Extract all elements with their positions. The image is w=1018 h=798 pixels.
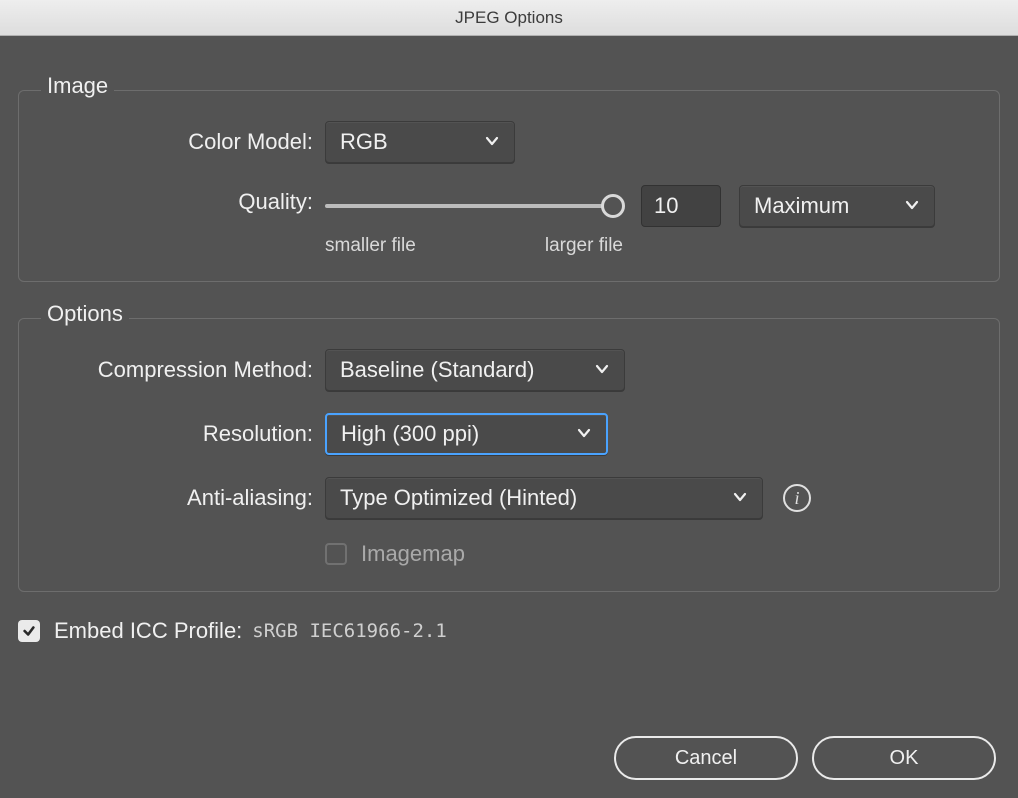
compression-label: Compression Method: bbox=[47, 357, 325, 383]
quality-label: Quality: bbox=[47, 185, 325, 215]
compression-dropdown[interactable]: Baseline (Standard) bbox=[325, 349, 625, 391]
compression-row: Compression Method: Baseline (Standard) bbox=[47, 349, 971, 391]
quality-preset-value: Maximum bbox=[754, 193, 849, 219]
embed-icc-label: Embed ICC Profile: bbox=[54, 618, 242, 644]
cancel-button-label: Cancel bbox=[675, 747, 737, 770]
antialias-row: Anti-aliasing: Type Optimized (Hinted) i bbox=[47, 477, 971, 519]
slider-min-label: smaller file bbox=[325, 235, 416, 257]
color-model-row: Color Model: RGB bbox=[47, 121, 971, 163]
imagemap-row: Imagemap bbox=[47, 541, 971, 567]
image-group-title: Image bbox=[41, 73, 114, 99]
color-model-value: RGB bbox=[340, 129, 388, 155]
slider-track bbox=[325, 204, 623, 208]
resolution-label: Resolution: bbox=[47, 421, 325, 447]
quality-preset-dropdown[interactable]: Maximum bbox=[739, 185, 935, 227]
options-group: Options Compression Method: Baseline (St… bbox=[18, 318, 1000, 592]
checkbox-checked-icon bbox=[18, 620, 40, 642]
ok-button-label: OK bbox=[890, 747, 919, 770]
chevron-down-icon bbox=[576, 421, 592, 447]
quality-value-input[interactable]: 10 bbox=[641, 185, 721, 227]
color-model-label: Color Model: bbox=[47, 129, 325, 155]
imagemap-checkbox: Imagemap bbox=[325, 541, 465, 567]
options-group-title: Options bbox=[41, 301, 129, 327]
cancel-button[interactable]: Cancel bbox=[614, 736, 798, 780]
antialias-value: Type Optimized (Hinted) bbox=[340, 485, 577, 511]
embed-icc-profile-name: sRGB IEC61966-2.1 bbox=[252, 620, 446, 642]
resolution-row: Resolution: High (300 ppi) bbox=[47, 413, 971, 455]
image-group: Image Color Model: RGB Quality: bbox=[18, 90, 1000, 282]
chevron-down-icon bbox=[484, 129, 500, 155]
info-icon[interactable]: i bbox=[783, 484, 811, 512]
dialog-title: JPEG Options bbox=[455, 8, 563, 28]
antialias-dropdown[interactable]: Type Optimized (Hinted) bbox=[325, 477, 763, 519]
quality-controls: 10 Maximum smaller file larger file bbox=[325, 185, 935, 257]
quality-value-text: 10 bbox=[654, 193, 678, 219]
compression-value: Baseline (Standard) bbox=[340, 357, 534, 383]
chevron-down-icon bbox=[594, 357, 610, 383]
ok-button[interactable]: OK bbox=[812, 736, 996, 780]
imagemap-label: Imagemap bbox=[361, 541, 465, 567]
checkbox-box-icon bbox=[325, 543, 347, 565]
embed-icc-row: Embed ICC Profile: sRGB IEC61966-2.1 bbox=[18, 618, 1000, 644]
slider-labels: smaller file larger file bbox=[325, 235, 623, 257]
antialias-label: Anti-aliasing: bbox=[47, 485, 325, 511]
chevron-down-icon bbox=[732, 485, 748, 511]
resolution-value: High (300 ppi) bbox=[341, 421, 479, 447]
quality-row: Quality: 10 Maximum bbox=[47, 185, 971, 257]
resolution-dropdown[interactable]: High (300 ppi) bbox=[325, 413, 608, 455]
slider-max-label: larger file bbox=[545, 235, 623, 257]
dialog-titlebar: JPEG Options bbox=[0, 0, 1018, 36]
dialog-footer: Cancel OK bbox=[614, 736, 996, 780]
dialog-content: Image Color Model: RGB Quality: bbox=[0, 36, 1018, 798]
color-model-dropdown[interactable]: RGB bbox=[325, 121, 515, 163]
quality-slider[interactable] bbox=[325, 194, 623, 218]
embed-icc-checkbox[interactable]: Embed ICC Profile: bbox=[18, 618, 242, 644]
chevron-down-icon bbox=[904, 193, 920, 219]
slider-thumb[interactable] bbox=[601, 194, 625, 218]
